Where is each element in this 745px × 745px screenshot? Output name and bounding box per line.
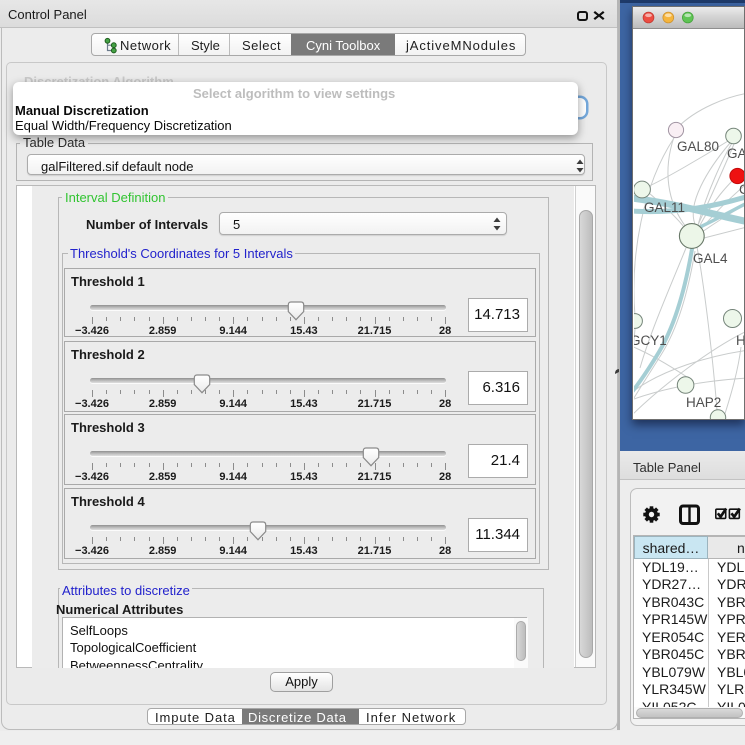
svg-text:GAL80: GAL80 <box>677 139 719 154</box>
svg-text:GAL11: GAL11 <box>644 200 685 215</box>
svg-text:GCY1: GCY1 <box>633 333 667 348</box>
svg-text:H: H <box>736 333 744 348</box>
svg-text:GA: GA <box>727 146 744 161</box>
svg-text:GAL4: GAL4 <box>693 251 728 266</box>
svg-text:C: C <box>739 182 744 197</box>
svg-text:HAP2: HAP2 <box>686 395 721 410</box>
